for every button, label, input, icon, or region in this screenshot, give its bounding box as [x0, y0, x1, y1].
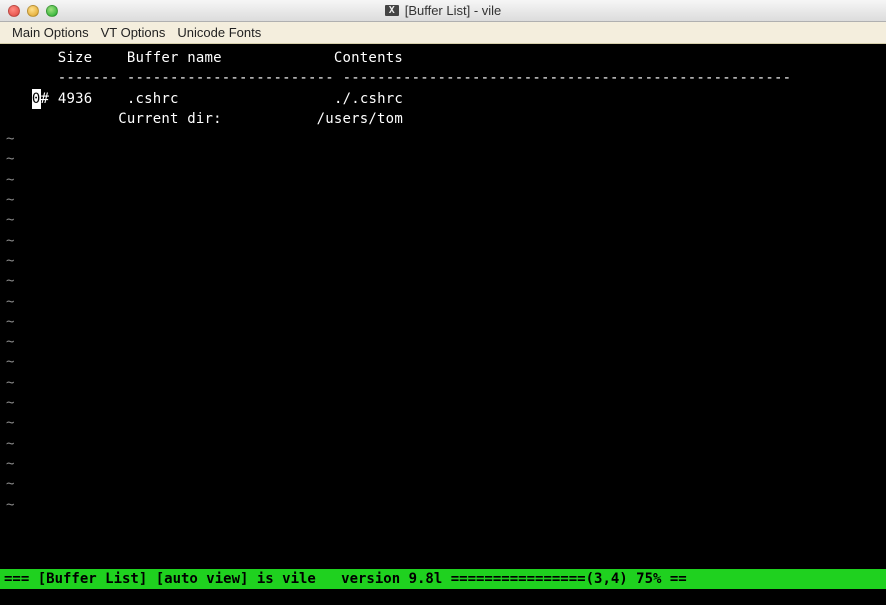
tilde-line: ~	[6, 415, 15, 431]
window-title-text: [Buffer List] - vile	[405, 3, 502, 18]
current-dir-row: Current dir: /users/tom	[6, 111, 403, 127]
close-icon[interactable]	[8, 5, 20, 17]
tilde-line: ~	[6, 314, 15, 330]
tilde-line: ~	[6, 131, 15, 147]
tilde-line: ~	[6, 192, 15, 208]
minimize-icon[interactable]	[27, 5, 39, 17]
menu-vt-options[interactable]: VT Options	[97, 24, 170, 41]
buffer-row: 0# 4936 .cshrc ./.cshrc	[6, 91, 403, 107]
col-head-dashes: ------- ------------------------ -------…	[6, 70, 791, 86]
cursor-cell: 0	[32, 89, 41, 109]
traffic-lights	[0, 5, 58, 17]
terminal-area[interactable]: Size Buffer name Contents ------- ------…	[0, 44, 886, 581]
tilde-line: ~	[6, 233, 15, 249]
menubar: Main Options VT Options Unicode Fonts	[0, 22, 886, 44]
x11-icon: X	[385, 5, 399, 16]
tilde-line: ~	[6, 294, 15, 310]
tilde-line: ~	[6, 212, 15, 228]
tilde-line: ~	[6, 354, 15, 370]
tilde-line: ~	[6, 497, 15, 513]
tilde-line: ~	[6, 273, 15, 289]
tilde-line: ~	[6, 253, 15, 269]
tilde-line: ~	[6, 375, 15, 391]
command-line[interactable]	[0, 589, 886, 605]
window-titlebar: X [Buffer List] - vile	[0, 0, 886, 22]
tilde-line: ~	[6, 476, 15, 492]
tilde-line: ~	[6, 395, 15, 411]
status-line: === [Buffer List] [auto view] is vile ve…	[0, 569, 886, 589]
tilde-line: ~	[6, 436, 15, 452]
tilde-line: ~	[6, 151, 15, 167]
tilde-line: ~	[6, 172, 15, 188]
window-title: X [Buffer List] - vile	[0, 3, 886, 18]
zoom-icon[interactable]	[46, 5, 58, 17]
menu-main-options[interactable]: Main Options	[8, 24, 93, 41]
col-head-size: Size Buffer name Contents	[6, 50, 403, 66]
tilde-line: ~	[6, 456, 15, 472]
tilde-line: ~	[6, 334, 15, 350]
menu-unicode-fonts[interactable]: Unicode Fonts	[173, 24, 265, 41]
